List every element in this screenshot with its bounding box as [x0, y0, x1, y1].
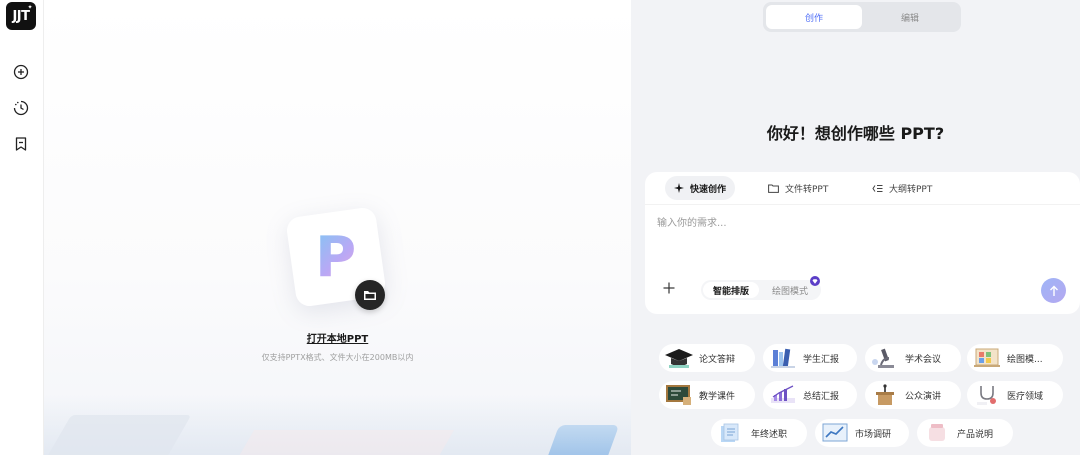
upload-area: P 打开本地PPT 仅支持PPTX格式、文件大小在200MB以内: [44, 0, 631, 455]
tab-label: 快速创作: [690, 184, 727, 195]
prompt-input[interactable]: [657, 214, 1057, 274]
sparkle-icon: [674, 183, 684, 193]
upload-note: 仅支持PPTX格式、文件大小在200MB以内: [261, 353, 414, 362]
tab-label: 文件转PPT: [785, 184, 829, 195]
tab-file-to-ppt[interactable]: 文件转PPT: [759, 176, 837, 200]
open-local-link[interactable]: 打开本地PPT: [307, 334, 368, 345]
stethoscope-icon: [971, 383, 1003, 407]
plus-circle-icon: [13, 64, 29, 80]
chip-label: 市场调研: [855, 429, 892, 440]
mode-toggle: 创作 编辑: [763, 2, 961, 32]
chip-label: 总结汇报: [803, 391, 840, 402]
arrow-up-icon: [1049, 285, 1058, 296]
microscope-icon: [869, 346, 901, 370]
open-folder-button[interactable]: [355, 280, 385, 310]
layout-mode-toggle: 智能排版 绘图模式: [701, 280, 821, 300]
category-chip[interactable]: 绘图模...: [967, 344, 1063, 372]
create-panel: 创作 编辑 你好！想创作哪些 PPT? 快速创作 文件转PPT 大纲转PPT 输…: [631, 0, 1080, 455]
podium-icon: [869, 383, 901, 407]
chip-label: 公众演讲: [905, 391, 942, 402]
graduation-cap-icon: [663, 346, 695, 370]
line-chart-icon: [819, 421, 851, 445]
sidebar: JJT ✦: [0, 0, 44, 455]
folder-icon: [768, 184, 779, 193]
prompt-card: 快速创作 文件转PPT 大纲转PPT 智能排版 绘图模式: [645, 172, 1080, 314]
divider: [645, 204, 1080, 205]
history-icon: [13, 100, 29, 116]
books-icon: [767, 346, 799, 370]
bar-chart-icon: [767, 383, 799, 407]
tab-outline-to-ppt[interactable]: 大纲转PPT: [863, 176, 941, 200]
category-chip[interactable]: 学术会议: [865, 344, 961, 372]
category-chip[interactable]: 总结汇报: [763, 381, 857, 409]
chip-label: 绘图模...: [1007, 354, 1043, 365]
tab-quick-create[interactable]: 快速创作: [665, 176, 736, 200]
new-chat-button[interactable]: [11, 62, 31, 82]
blackboard-icon: [663, 383, 695, 407]
ppt-logo-icon: P: [315, 224, 357, 290]
chip-label: 学生汇报: [803, 354, 840, 365]
category-chip[interactable]: 年终述职: [711, 419, 807, 447]
chip-label: 论文答辩: [699, 354, 736, 365]
bookmark-button[interactable]: [11, 134, 31, 154]
send-button[interactable]: [1041, 278, 1066, 303]
category-chip[interactable]: 教学课件: [659, 381, 755, 409]
folder-icon: [364, 291, 376, 300]
category-chip[interactable]: 医疗领域: [967, 381, 1063, 409]
tab-edit[interactable]: 编辑: [862, 5, 958, 29]
category-chip[interactable]: 学生汇报: [763, 344, 857, 372]
category-chip[interactable]: 产品说明: [917, 419, 1013, 447]
document-stack-icon: [715, 421, 747, 445]
outline-icon: [872, 184, 883, 193]
category-chip[interactable]: 公众演讲: [865, 381, 961, 409]
smart-layout-option[interactable]: 智能排版: [703, 282, 759, 298]
chip-label: 医疗领域: [1007, 391, 1044, 402]
bottom-decoration: [44, 395, 631, 455]
history-button[interactable]: [11, 98, 31, 118]
chip-label: 学术会议: [905, 354, 942, 365]
chip-label: 产品说明: [957, 429, 994, 440]
chip-label: 教学课件: [699, 391, 736, 402]
chip-label: 年终述职: [751, 429, 788, 440]
sparkle-icon: ✦: [27, 4, 32, 11]
product-box-icon: [921, 421, 953, 445]
attach-button[interactable]: [661, 280, 677, 296]
palette-icon: [971, 346, 1003, 370]
drawing-mode-option[interactable]: 绘图模式: [763, 282, 817, 298]
tab-create[interactable]: 创作: [766, 5, 862, 29]
open-local-link-wrap: 打开本地PPT: [44, 330, 631, 345]
greeting-title: 你好！想创作哪些 PPT?: [766, 124, 945, 143]
app-logo[interactable]: JJT ✦: [6, 2, 36, 30]
plus-icon: [663, 282, 675, 294]
bookmark-icon: [15, 137, 27, 151]
tab-label: 大纲转PPT: [889, 184, 933, 195]
vip-diamond-icon: [810, 276, 820, 286]
category-chip[interactable]: 市场调研: [815, 419, 909, 447]
category-chip[interactable]: 论文答辩: [659, 344, 755, 372]
